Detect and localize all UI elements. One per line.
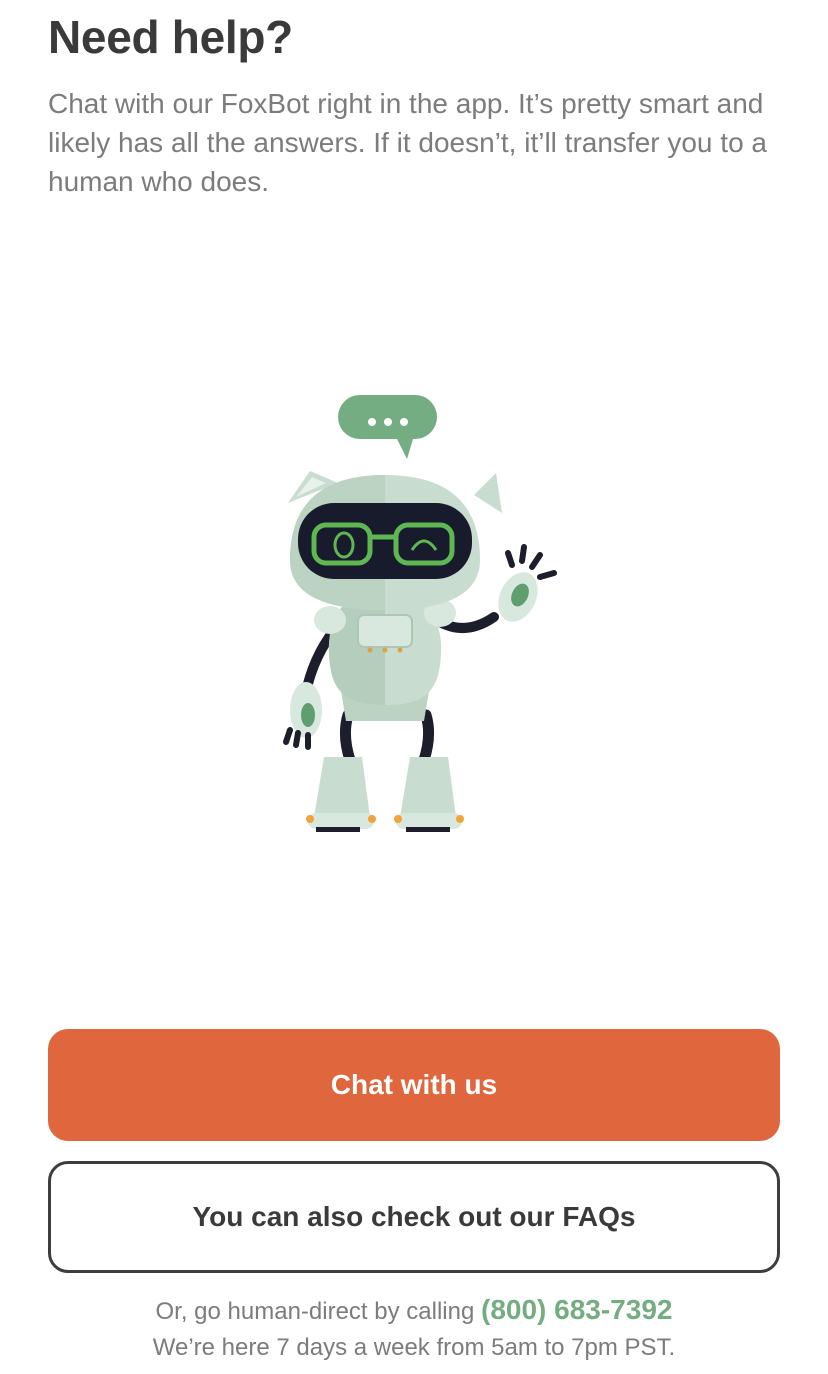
chat-with-us-button[interactable]: Chat with us (48, 1029, 780, 1141)
call-prefix-text: Or, go human-direct by calling (155, 1298, 475, 1325)
phone-link[interactable]: (800) 683-7392 (481, 1294, 672, 1325)
page-title: Need help? (48, 11, 293, 63)
chat-bubble-icon (338, 395, 437, 459)
foxbot-illustration (283, 395, 557, 832)
call-line: Or, go human-direct by calling (800) 683… (0, 1292, 828, 1330)
faqs-button[interactable]: You can also check out our FAQs (48, 1161, 780, 1273)
hours-text: We’re here 7 days a week from 5am to 7pm… (152, 1334, 676, 1361)
contact-footer: Or, go human-direct by calling (800) 683… (0, 1292, 828, 1366)
intro-text: Chat with our FoxBot right in the app. I… (48, 88, 767, 197)
